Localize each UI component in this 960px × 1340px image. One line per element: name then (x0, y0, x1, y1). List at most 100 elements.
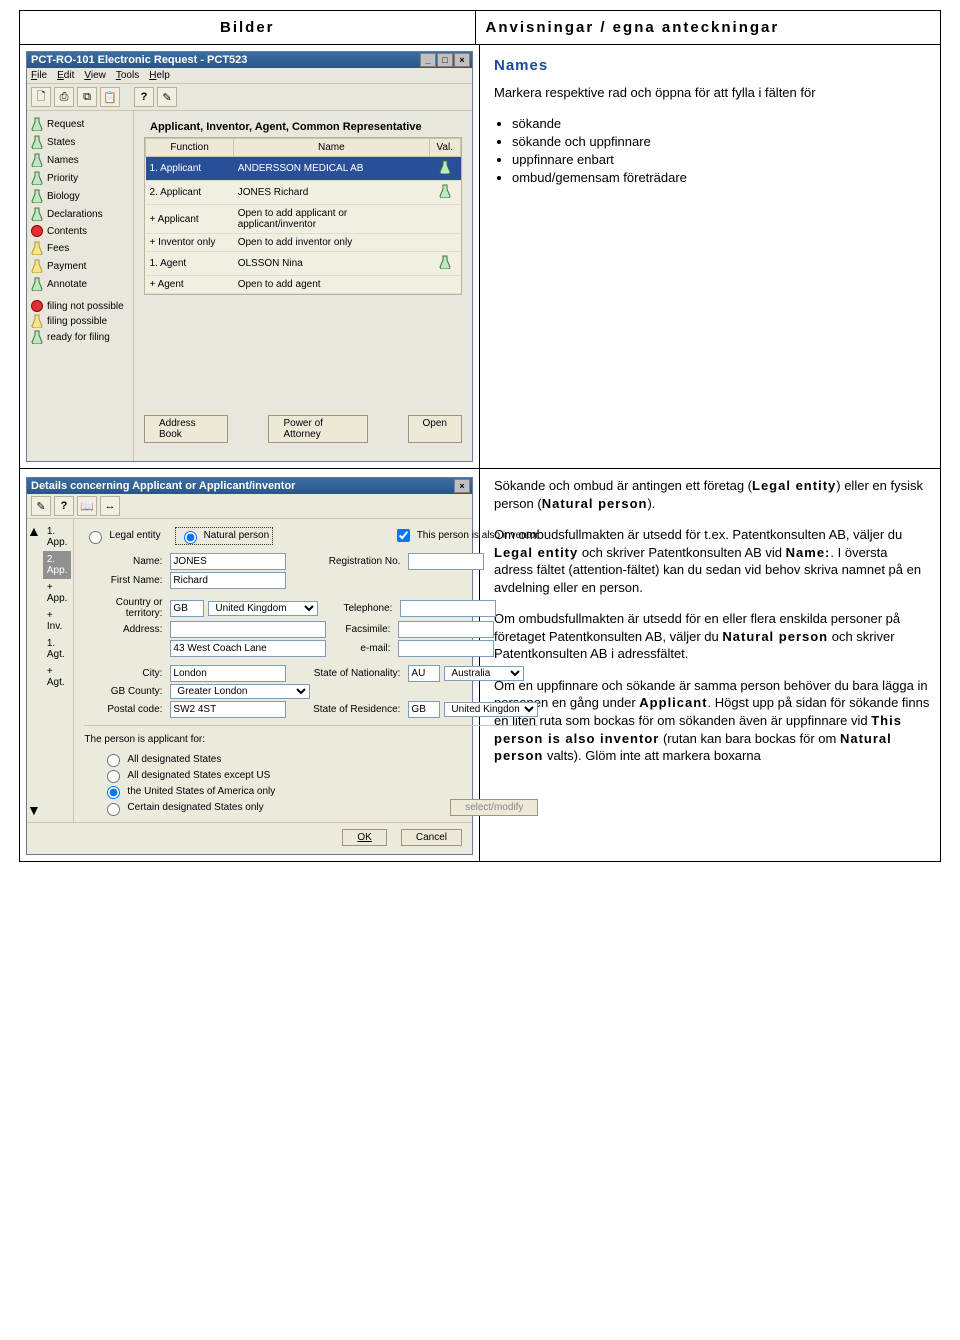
cancel-button[interactable]: Cancel (401, 829, 462, 846)
sidebar-label: Priority (47, 173, 78, 184)
country-select[interactable]: United Kingdom (208, 601, 318, 616)
table-row[interactable]: + AgentOpen to add agent (146, 276, 461, 294)
radio-legal-entity[interactable]: Legal entity (84, 528, 160, 544)
radio-input[interactable] (107, 803, 120, 816)
email-field[interactable] (398, 640, 494, 657)
tool-icon[interactable]: ✎ (31, 496, 51, 516)
checkbox-input[interactable] (397, 529, 410, 542)
checkbox-also-inventor[interactable]: This person is also inventor (393, 526, 539, 545)
sidebar-item-payment[interactable]: Payment (31, 257, 131, 275)
menu-file[interactable]: File (31, 70, 47, 81)
country-code-field[interactable] (170, 600, 204, 617)
nat-code-field[interactable] (408, 665, 440, 682)
sidebar-label: Fees (47, 243, 69, 254)
appfor-opt[interactable]: Certain designated States only (102, 800, 263, 816)
nat-select[interactable]: Australia (444, 666, 524, 681)
dlg-side-item[interactable]: + Inv. (43, 607, 72, 635)
address-field-1[interactable] (170, 621, 326, 638)
copy-icon[interactable]: ⧉ (77, 87, 97, 107)
radio-input[interactable] (107, 754, 120, 767)
sidebar-item-request[interactable]: Request (31, 115, 131, 133)
up-arrow-icon[interactable]: ▲ (27, 523, 41, 539)
cell-name: ANDERSSON MEDICAL AB (234, 157, 429, 181)
table-row[interactable]: 1. AgentOLSSON Nina (146, 252, 461, 276)
res-select[interactable]: United Kingdom (444, 702, 538, 717)
appfor-opt[interactable]: All designated States except US (102, 767, 538, 783)
dlg-side-item[interactable]: 2. App. (43, 551, 72, 579)
dlg-side-item[interactable]: + Agt. (43, 663, 72, 691)
sidebar-item-fees[interactable]: Fees (31, 239, 131, 257)
address-field-2[interactable] (170, 640, 326, 657)
label-postal: Postal code: (84, 704, 166, 715)
appfor-opt[interactable]: the United States of America only (102, 783, 538, 799)
sidebar-item-names[interactable]: Names (31, 151, 131, 169)
sidebar-item-contents[interactable]: Contents (31, 223, 131, 239)
gbcounty-select[interactable]: Greater London (170, 684, 310, 699)
dlg-side-item[interactable]: 1. Agt. (43, 635, 72, 663)
city-field[interactable] (170, 665, 286, 682)
applicant-for-label: The person is applicant for: (84, 732, 538, 751)
first-name-field[interactable] (170, 572, 286, 589)
dlg-side-item[interactable]: 1. App. (43, 523, 72, 551)
cell-func: 1. Agent (146, 252, 234, 276)
print-icon[interactable]: ⎙ (54, 87, 74, 107)
cell-name: Open to add inventor only (234, 234, 429, 252)
row2-instructions: Sökande och ombud är antingen ett företa… (480, 469, 940, 861)
radio-input[interactable] (184, 531, 197, 544)
radio-input[interactable] (107, 770, 120, 783)
sidebar-item-declarations[interactable]: Declarations (31, 205, 131, 223)
radio-natural-person[interactable]: Natural person (175, 527, 274, 545)
check-icon[interactable]: ✎ (157, 87, 177, 107)
regno-field[interactable] (408, 553, 484, 570)
book-icon[interactable]: 📖 (77, 496, 97, 516)
select-modify-button[interactable]: select/modify (450, 799, 538, 816)
label-name: Name: (84, 556, 166, 567)
table-row[interactable]: 1. ApplicantANDERSSON MEDICAL AB (146, 157, 461, 181)
appfor-opt[interactable]: All designated States (102, 751, 538, 767)
sidebar-item-biology[interactable]: Biology (31, 187, 131, 205)
label-email: e-mail: (330, 643, 394, 654)
maximize-button[interactable]: □ (437, 53, 453, 67)
help-icon[interactable]: ? (134, 87, 154, 107)
label-residence: State of Residence: (290, 704, 404, 715)
table-row[interactable]: 2. ApplicantJONES Richard (146, 181, 461, 205)
name-field[interactable] (170, 553, 286, 570)
legend-yellow-icon (31, 314, 43, 328)
radio-input[interactable] (89, 531, 102, 544)
legend-red-icon (31, 300, 43, 312)
table-row[interactable]: + ApplicantOpen to add applicant or appl… (146, 205, 461, 234)
dialog-form: Legal entity Natural person This person … (74, 519, 548, 822)
close-button[interactable]: × (454, 53, 470, 67)
close-button[interactable]: × (454, 479, 470, 493)
minimize-button[interactable]: _ (420, 53, 436, 67)
para-3: Om ombudsfullmakten är utsedd för en ell… (494, 610, 930, 663)
down-arrow-icon[interactable]: ▼ (27, 802, 41, 818)
res-code-field[interactable] (408, 701, 440, 718)
dlg-side-item[interactable]: + App. (43, 579, 72, 607)
radio-input[interactable] (107, 786, 120, 799)
ok-button[interactable]: OK (342, 829, 386, 846)
row-1: PCT-RO-101 Electronic Request - PCT523 _… (20, 45, 940, 469)
dialog-button-row: OK Cancel (27, 822, 472, 854)
paste-icon[interactable]: 📋 (100, 87, 120, 107)
help-icon[interactable]: ? (54, 496, 74, 516)
power-of-attorney-button[interactable]: Power of Attorney (268, 415, 367, 443)
nav-icon[interactable]: ↔ (100, 496, 120, 516)
sidebar-label: Names (47, 155, 79, 166)
fax-field[interactable] (398, 621, 494, 638)
sidebar-item-priority[interactable]: Priority (31, 169, 131, 187)
new-icon[interactable]: 🗋 (31, 87, 51, 107)
address-book-button[interactable]: Address Book (144, 415, 228, 443)
postal-field[interactable] (170, 701, 286, 718)
menu-help[interactable]: Help (149, 70, 170, 81)
legend-green-icon (31, 330, 43, 344)
telephone-field[interactable] (400, 600, 496, 617)
document-table: Bilder Anvisningar / egna anteckningar P… (19, 10, 941, 862)
sidebar-item-states[interactable]: States (31, 133, 131, 151)
menu-edit[interactable]: Edit (57, 70, 74, 81)
menu-view[interactable]: View (84, 70, 106, 81)
sidebar-item-annotate[interactable]: Annotate (31, 275, 131, 293)
menu-tools[interactable]: Tools (116, 70, 139, 81)
open-button[interactable]: Open (408, 415, 462, 443)
table-row[interactable]: + Inventor onlyOpen to add inventor only (146, 234, 461, 252)
